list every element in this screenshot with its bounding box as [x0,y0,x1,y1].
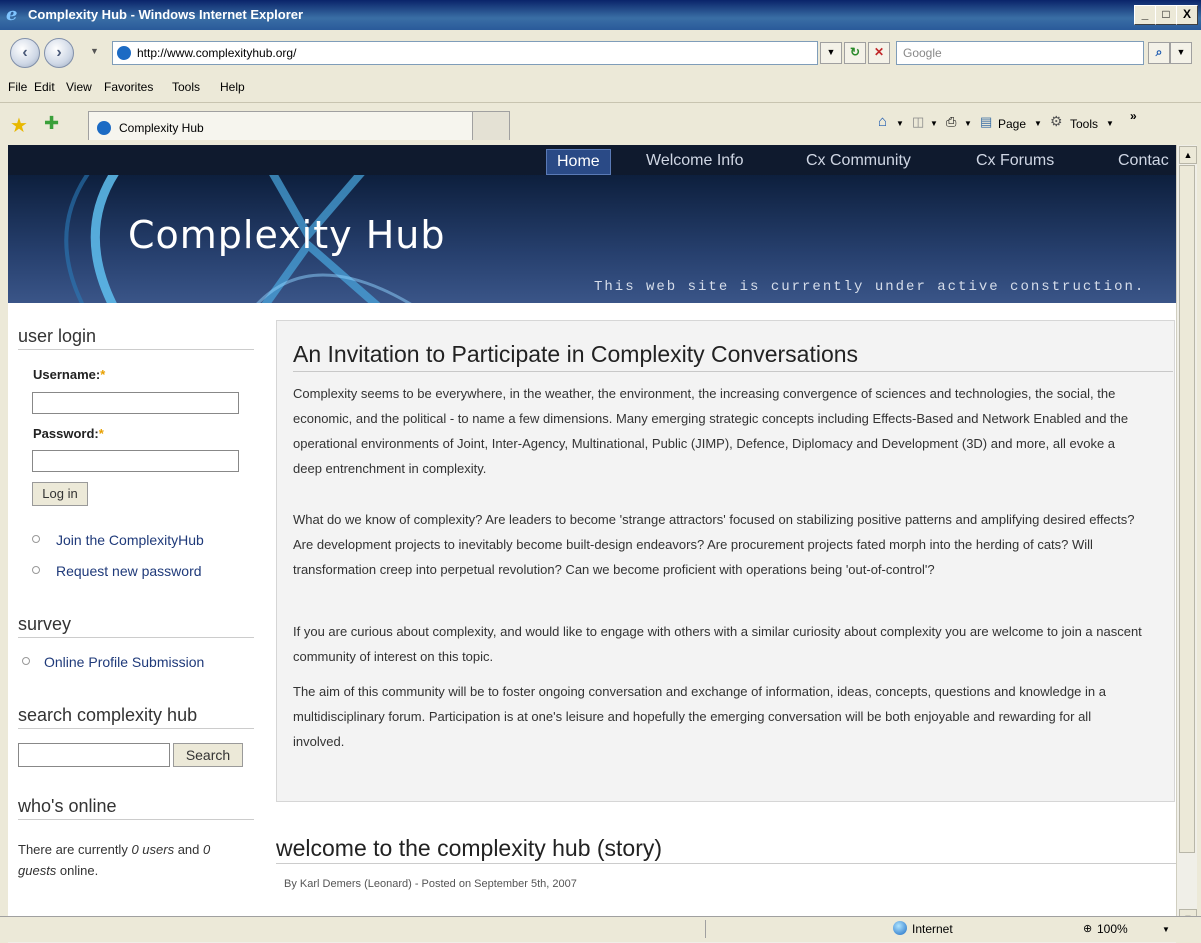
whos-online-heading: who's online [18,796,254,820]
story-title[interactable]: welcome to the complexity hub (story) [276,835,662,862]
site-search-input[interactable] [18,743,170,767]
bullet-icon [32,566,40,574]
minimize-button[interactable]: _ [1134,5,1156,25]
bullet-icon [22,657,30,665]
zoom-dropdown-icon[interactable]: ▼ [1162,925,1170,934]
vertical-scrollbar[interactable]: ▲ ▼ [1176,145,1197,928]
page-viewport: Home Welcome Info Cx Community Cx Forums… [8,145,1176,928]
tools-dropdown-icon[interactable]: ▼ [1106,119,1114,128]
menu-bar: File Edit View Favorites Tools Help [0,72,1201,103]
tab-favicon-icon [97,121,111,135]
tools-gear-icon: ⚙ [1050,113,1063,129]
ie-logo-icon: e [6,4,18,25]
close-button[interactable]: X [1176,5,1198,25]
paragraph-2: What do we know of complexity? Are leade… [293,512,1135,577]
security-zone: Internet [912,922,953,936]
page-dropdown-icon[interactable]: ▼ [1034,119,1042,128]
feeds-icon[interactable]: ◫ [912,114,924,130]
join-link[interactable]: Join the ComplexityHub [56,532,204,548]
nav-cx-community[interactable]: Cx Community [796,149,921,173]
password-field[interactable] [32,450,239,472]
whos-online-text: There are currently 0 users and 0 guests … [18,842,211,878]
favorites-star-icon[interactable]: ★ [10,113,28,138]
zoom-magnifier-icon: ⊕ [1083,923,1093,935]
nav-contact[interactable]: Contac [1108,149,1176,173]
nav-home[interactable]: Home [546,149,611,175]
status-panels [705,920,886,938]
address-field[interactable]: http://www.complexityhub.org/ [112,41,818,65]
print-icon[interactable]: ⎙ [946,114,956,130]
site-navigation: Home Welcome Info Cx Community Cx Forums… [8,145,1176,175]
scroll-up-icon[interactable]: ▲ [1179,146,1197,164]
forward-button[interactable]: › [44,38,74,68]
paragraph-4: The aim of this community will be to fos… [293,684,1106,749]
heading-divider [293,371,1173,372]
menu-tools[interactable]: Tools [172,80,200,94]
password-label: Password:* [33,426,104,441]
nav-cx-forums[interactable]: Cx Forums [966,149,1064,173]
menu-favorites[interactable]: Favorites [104,80,153,94]
menu-file[interactable]: File [8,80,27,94]
back-button[interactable]: ‹ [10,38,40,68]
user-login-heading: user login [18,326,254,350]
site-banner: Complexity Hub This web site is currentl… [8,175,1176,303]
paragraph-3: If you are curious about complexity, and… [293,624,1142,664]
print-dropdown-icon[interactable]: ▼ [964,119,972,128]
address-url: http://www.complexityhub.org/ [137,46,297,60]
main-heading: An Invitation to Participate in Complexi… [293,341,859,367]
address-toolbar: ‹ › ▼ http://www.complexityhub.org/ ▼ ↻ … [0,30,1201,73]
maximize-button[interactable]: □ [1155,5,1177,25]
paragraph-1: Complexity seems to be everywhere, in th… [293,386,1129,476]
bullet-icon [32,535,40,543]
window-title-bar: e Complexity Hub - Windows Internet Expl… [0,0,1201,30]
search-heading: search complexity hub [18,705,254,729]
stop-icon[interactable]: ✕ [868,42,890,64]
username-field[interactable] [32,392,239,414]
home-icon[interactable]: ⌂ [878,113,887,130]
nav-welcome-info[interactable]: Welcome Info [636,149,754,173]
tab-label: Complexity Hub [119,121,204,135]
site-favicon-icon [117,46,131,60]
menu-view[interactable]: View [66,80,92,94]
site-search-button[interactable]: Search [173,743,243,767]
site-tagline: This web site is currently under active … [594,279,1146,295]
site-title: Complexity Hub [128,213,446,257]
search-input[interactable]: Google [896,41,1144,65]
new-tab-button[interactable] [472,111,510,140]
feeds-dropdown-icon[interactable]: ▼ [930,119,938,128]
online-profile-link[interactable]: Online Profile Submission [44,654,204,670]
recent-pages-dropdown-icon[interactable]: ▼ [90,46,99,56]
request-password-link[interactable]: Request new password [56,563,202,579]
search-placeholder: Google [903,46,942,60]
chevron-more-icon[interactable]: » [1130,109,1137,123]
window-title: Complexity Hub - Windows Internet Explor… [28,7,304,22]
scroll-thumb[interactable] [1179,165,1195,853]
login-button[interactable]: Log in [32,482,88,506]
status-bar: Internet ⊕ 100% ▼ [0,916,1201,942]
tab-complexity-hub[interactable]: Complexity Hub [88,111,474,140]
home-dropdown-icon[interactable]: ▼ [896,119,904,128]
search-icon[interactable]: ⌕ [1148,42,1170,64]
story-divider [276,863,1176,864]
search-options-dropdown-icon[interactable]: ▼ [1170,42,1192,64]
username-label: Username:* [33,367,106,382]
refresh-icon[interactable]: ↻ [844,42,866,64]
address-dropdown-button[interactable]: ▼ [820,42,842,64]
tab-bar: ★ ✚ Complexity Hub ⌂ ▼ ◫ ▼ ⎙ ▼ ▤ Page ▼ … [0,103,1201,145]
internet-globe-icon [893,921,907,935]
tools-menu-button[interactable]: Tools [1070,117,1098,131]
menu-edit[interactable]: Edit [34,80,55,94]
add-favorites-icon[interactable]: ✚ [44,113,59,134]
page-menu-button[interactable]: Page [998,117,1026,131]
story-meta: By Karl Demers (Leonard) - Posted on Sep… [284,878,577,890]
zoom-level[interactable]: 100% [1097,922,1128,936]
page-icon: ▤ [980,114,993,129]
menu-help[interactable]: Help [220,80,245,94]
main-content-box: An Invitation to Participate in Complexi… [276,320,1175,802]
survey-heading: survey [18,614,254,638]
